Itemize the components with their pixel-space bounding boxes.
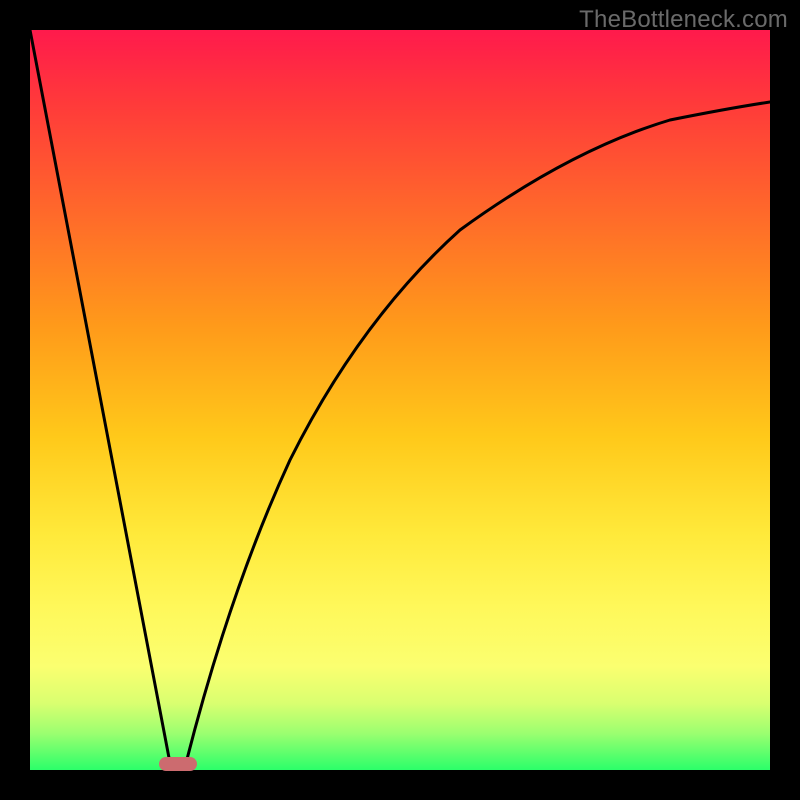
chart-frame: TheBottleneck.com	[0, 0, 800, 800]
bottleneck-marker	[159, 757, 197, 771]
curve-path	[30, 30, 770, 767]
plot-area	[30, 30, 770, 770]
bottleneck-curve	[30, 30, 770, 770]
watermark-text: TheBottleneck.com	[579, 6, 788, 34]
